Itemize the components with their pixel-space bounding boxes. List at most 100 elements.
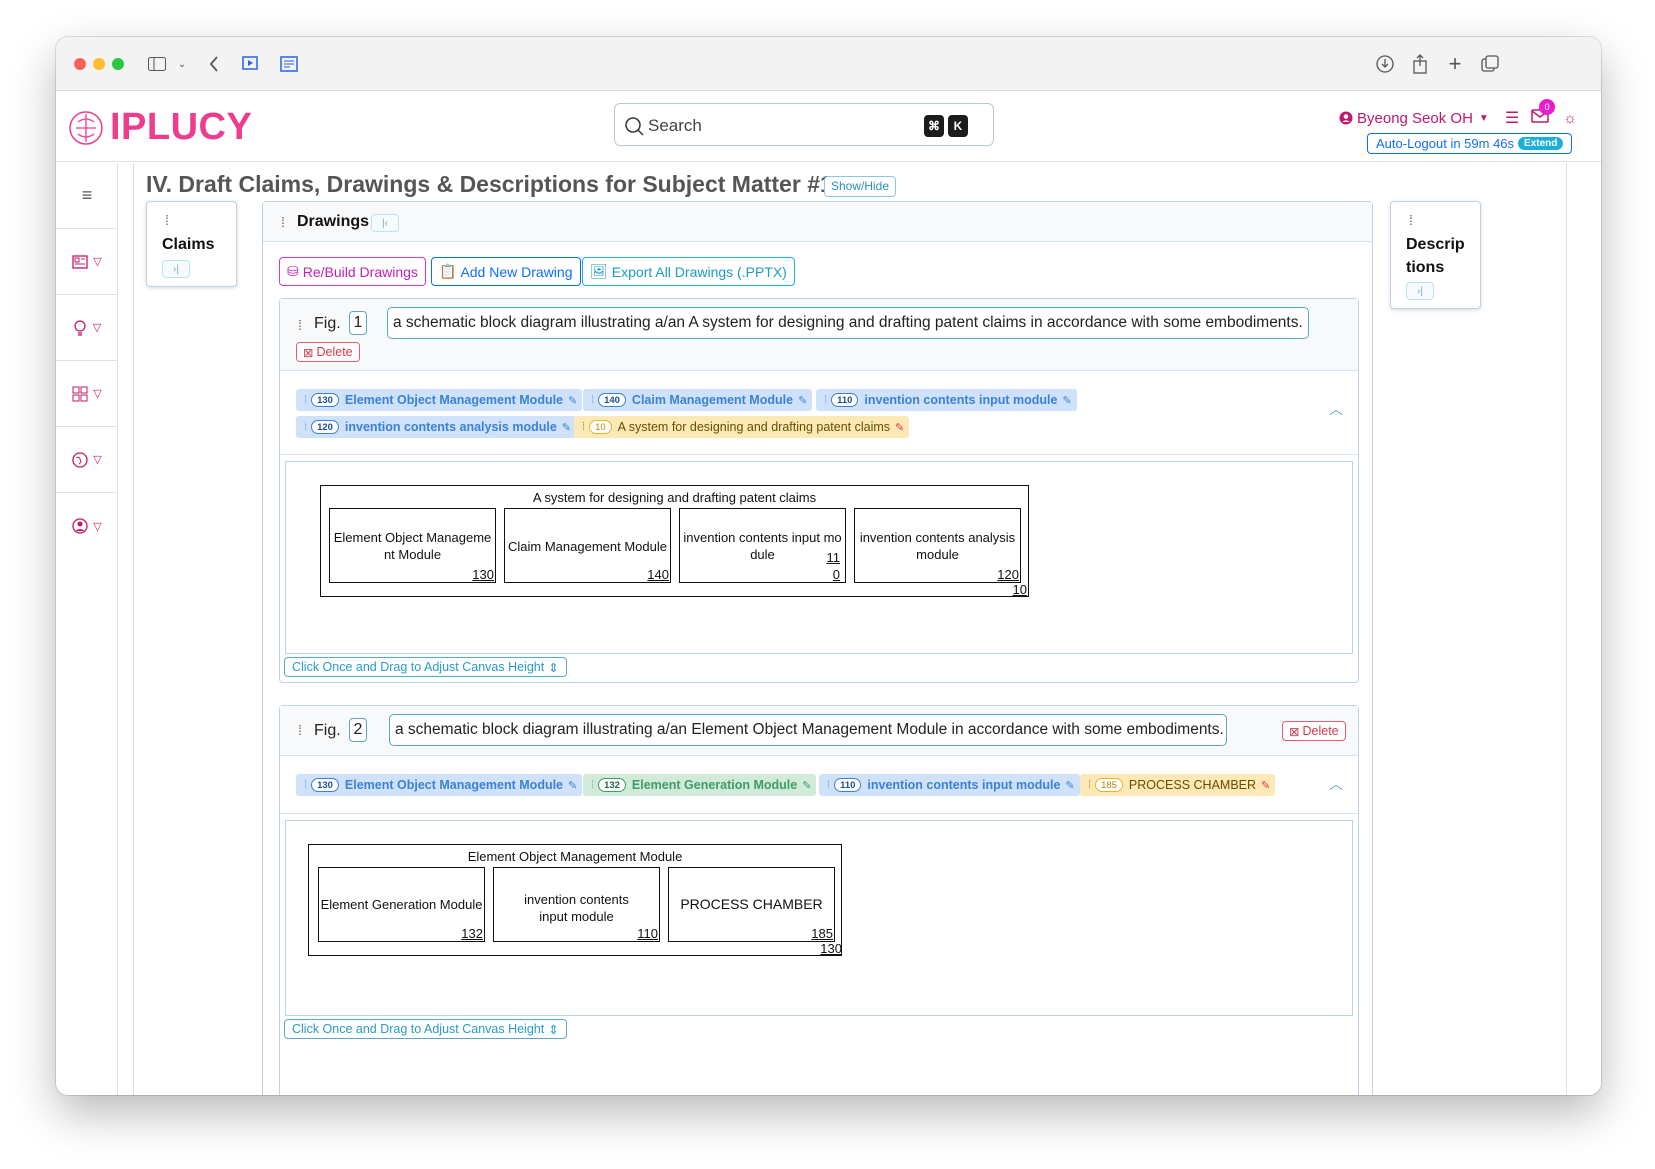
- extension-icon[interactable]: [240, 50, 262, 78]
- drawings-header: ⁞ Drawings |‹: [263, 202, 1372, 242]
- box-label: Element Generation Module: [320, 897, 483, 912]
- export-drawings-button[interactable]: 🖼 Export All Drawings (.PPTX): [582, 257, 795, 286]
- claims-title: Claims: [162, 236, 215, 253]
- element-chip[interactable]: ⁞ 10 A system for designing and drafting p…: [574, 416, 910, 438]
- element-chip[interactable]: ⁞ 110 invention contents input module ✎: [819, 774, 1080, 796]
- element-chip[interactable]: ⁞ 140 Claim Management Module ✎: [583, 389, 813, 411]
- export-drawings-label: Export All Drawings (.PPTX): [611, 263, 787, 280]
- edit-icon: ✎: [798, 394, 808, 407]
- document-icon: [72, 254, 88, 269]
- caret-down-icon: ▽: [92, 322, 102, 334]
- edit-icon: ✎: [561, 421, 571, 434]
- download-icon[interactable]: [1374, 50, 1396, 78]
- diagram-box: invention contents input mo dule 11 0: [679, 508, 846, 583]
- add-new-drawing-button[interactable]: 📋 Add New Drawing: [431, 257, 581, 286]
- adjust-canvas-height-button[interactable]: Click Once and Drag to Adjust Canvas Hei…: [284, 657, 567, 677]
- box-label: Element Object Manageme: [333, 530, 492, 545]
- figure-card-1: ⁞ Fig. 1 a schematic block diagram illus…: [279, 298, 1359, 683]
- descriptions-panel: ⁞ Descrip tions ›|: [1390, 201, 1481, 309]
- close-window-button[interactable]: [74, 58, 86, 70]
- diagram-box: invention contents analysis module 120: [854, 508, 1021, 583]
- sidebar-item-profile[interactable]: ▽: [56, 493, 118, 559]
- element-chip[interactable]: ⁞ 110 invention contents input module ✎: [816, 389, 1077, 411]
- close-icon: ⊠: [1289, 724, 1300, 739]
- hamburger-menu-icon[interactable]: ≡: [56, 163, 118, 229]
- user-menu[interactable]: Byeong Seok OH ▼ ☰ 0 ☼: [1339, 99, 1577, 128]
- drag-handle-icon[interactable]: ⁞: [165, 212, 169, 228]
- drawing-canvas[interactable]: Element Object Management Module Element…: [285, 820, 1353, 1016]
- tab-overview-icon[interactable]: [1479, 50, 1501, 78]
- adjust-canvas-height-button[interactable]: Click Once and Drag to Adjust Canvas Hei…: [284, 1019, 567, 1039]
- rebuild-drawings-button[interactable]: ⛁ Re/Build Drawings: [279, 257, 426, 286]
- descriptions-title-line2: tions: [1406, 259, 1445, 276]
- add-new-drawing-label: Add New Drawing: [460, 263, 573, 280]
- caret-down-icon: ▽: [93, 256, 102, 268]
- edit-icon: ✎: [802, 779, 812, 792]
- content-border-left: [133, 163, 134, 1095]
- adjust-label: Click Once and Drag to Adjust Canvas Hei…: [292, 1022, 545, 1036]
- chevron-down-icon[interactable]: ⌄: [176, 50, 188, 78]
- sidebar-item-global[interactable]: ▽: [56, 427, 118, 493]
- grid-icon: [72, 386, 88, 401]
- element-chips: ⁞ 130 Element Object Management Module ✎ ⁞ 1…: [280, 371, 1358, 455]
- figure-number[interactable]: 2: [349, 718, 367, 742]
- element-chip[interactable]: ⁞ 185 PROCESS CHAMBER ✎: [1080, 774, 1276, 796]
- back-icon[interactable]: [206, 50, 222, 78]
- theme-toggle-icon[interactable]: ☼: [1563, 110, 1577, 127]
- reader-extension-icon[interactable]: [278, 50, 300, 78]
- figure-description-input[interactable]: a schematic block diagram illustrating a…: [389, 714, 1227, 746]
- iplucy-logo[interactable]: IPLUCY: [68, 106, 252, 149]
- browser-titlebar: ⌄ +: [56, 37, 1601, 91]
- logo-text: IPLUCY: [110, 106, 253, 148]
- minimize-window-button[interactable]: [93, 58, 105, 70]
- show-hide-button[interactable]: Show/Hide: [824, 176, 897, 197]
- delete-figure-button[interactable]: ⊠ Delete: [296, 342, 360, 362]
- user-name: Byeong Seok OH: [1357, 109, 1473, 127]
- figure-header: ⁞ Fig. 1 a schematic block diagram illus…: [280, 299, 1358, 371]
- sidebar-toggle-icon[interactable]: [146, 50, 168, 78]
- element-chip[interactable]: ⁞ 120 invention contents analysis module ✎: [296, 416, 576, 438]
- sidebar-item-document[interactable]: ▽: [56, 229, 118, 295]
- delete-label: Delete: [316, 345, 353, 359]
- search-input[interactable]: Search ⌘ K: [614, 103, 994, 146]
- box-label: module: [916, 547, 959, 562]
- element-chip[interactable]: ⁞ 130 Element Object Management Module ✎: [296, 389, 583, 411]
- new-tab-icon[interactable]: +: [1444, 50, 1466, 78]
- collapse-chevron-up-icon[interactable]: ︿: [1329, 774, 1343, 794]
- extend-session-button[interactable]: Extend: [1518, 137, 1564, 150]
- figure-description-input[interactable]: a schematic block diagram illustrating a…: [387, 307, 1309, 339]
- caret-down-icon: ▼: [1478, 112, 1489, 124]
- drag-handle-icon[interactable]: ⁞: [298, 317, 302, 333]
- box-label: invention contents analysis: [859, 530, 1016, 545]
- edit-icon: ✎: [568, 394, 578, 407]
- element-chip[interactable]: ⁞ 130 Element Object Management Module ✎: [296, 774, 583, 796]
- drag-handle-icon[interactable]: ⁞: [281, 214, 285, 230]
- diagram-box: PROCESS CHAMBER 185: [668, 867, 835, 942]
- expand-claims-button[interactable]: ›|: [162, 260, 190, 278]
- reference-number: 140: [647, 567, 669, 582]
- expand-descriptions-button[interactable]: ›|: [1406, 282, 1434, 300]
- box-label: dule: [750, 547, 775, 562]
- drag-handle-icon[interactable]: ⁞: [298, 722, 302, 738]
- edit-icon: ✎: [1065, 779, 1075, 792]
- figure-number[interactable]: 1: [349, 311, 367, 335]
- collapse-chevron-up-icon[interactable]: ︿: [1329, 399, 1343, 419]
- drag-handle-icon[interactable]: ⁞: [1409, 212, 1413, 228]
- box-label: Claim Management Module: [508, 539, 667, 554]
- drawing-canvas[interactable]: A system for designing and drafting pate…: [285, 461, 1353, 654]
- mail-icon[interactable]: 0: [1531, 99, 1556, 127]
- brain-logo-icon: [69, 110, 103, 145]
- sidebar-item-grid[interactable]: ▽: [56, 361, 118, 427]
- element-chips: ⁞ 130 Element Object Management Module ✎ ⁞ 1…: [280, 756, 1358, 814]
- zoom-window-button[interactable]: [112, 58, 124, 70]
- autologout-timer: Auto-Logout in 59m 46s Extend: [1367, 133, 1572, 154]
- share-icon[interactable]: [1409, 50, 1431, 78]
- sidebar-item-idea[interactable]: ▽: [56, 295, 118, 361]
- caret-down-icon: ▽: [93, 520, 102, 533]
- task-list-icon[interactable]: ☰: [1505, 108, 1519, 128]
- delete-figure-button[interactable]: ⊠ Delete: [1282, 721, 1346, 741]
- element-chip[interactable]: ⁞ 132 Element Generation Module ✎: [583, 774, 817, 796]
- image-icon: 🖼: [590, 263, 608, 279]
- reference-number: 120: [997, 567, 1019, 582]
- collapse-drawings-button[interactable]: |‹: [371, 214, 399, 232]
